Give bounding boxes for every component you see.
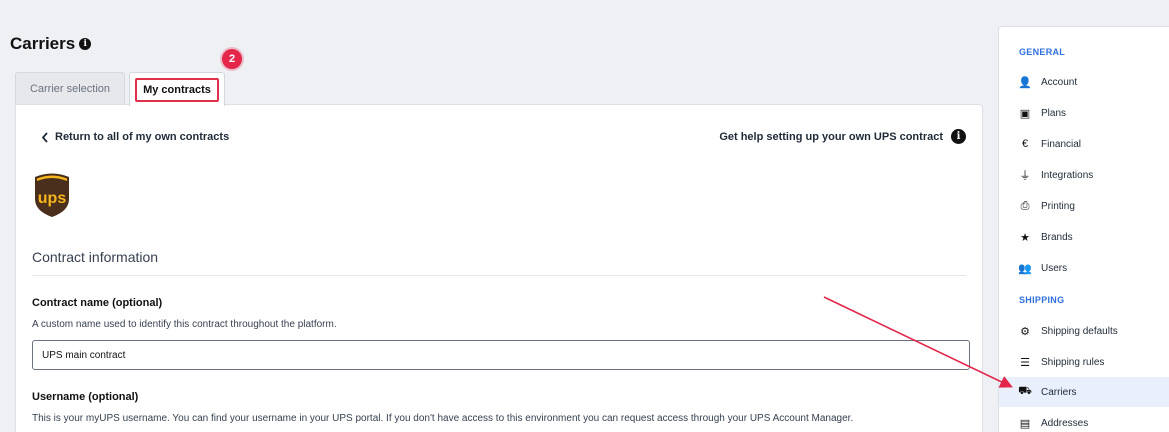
tab-carrier-selection[interactable]: Carrier selection <box>15 72 125 104</box>
sidebar-heading-general: GENERAL <box>1019 47 1066 57</box>
tab-label: My contracts <box>135 77 219 102</box>
sidebar-item-account[interactable]: 👤 Account <box>999 67 1169 97</box>
sidebar-item-label: Financial <box>1041 138 1082 150</box>
page-title: Carriers i <box>10 34 92 54</box>
tab-label: Carrier selection <box>29 82 111 95</box>
section-divider <box>32 275 966 276</box>
contract-name-label: Contract name (optional) <box>32 297 163 309</box>
sidebar-item-users[interactable]: 👥 Users <box>999 253 1169 283</box>
settings-sidebar: GENERAL 👤 Account ▣ Plans € Financial ⏚ … <box>998 26 1169 432</box>
tab-my-contracts[interactable]: My contracts <box>129 72 225 106</box>
back-link[interactable]: Return to all of my own contracts <box>41 131 229 143</box>
sidebar-item-financial[interactable]: € Financial <box>999 129 1169 159</box>
plug-icon: ⏚ <box>1019 170 1031 182</box>
contract-panel: Return to all of my own contracts Get he… <box>15 104 983 432</box>
username-label: Username (optional) <box>32 391 139 403</box>
section-title: Contract information <box>32 249 159 265</box>
printer-icon: ⎙ <box>1020 199 1030 212</box>
euro-icon: € <box>1021 138 1029 150</box>
sidebar-item-shipping-defaults[interactable]: ⚙ Shipping defaults <box>999 316 1169 346</box>
user-icon: 👤 <box>1018 76 1032 89</box>
sidebar-item-label: Account <box>1041 76 1078 88</box>
list-icon: ☰ <box>1020 356 1030 369</box>
sidebar-item-shipping-rules[interactable]: ☰ Shipping rules <box>999 347 1169 377</box>
page-title-text: Carriers <box>10 34 76 53</box>
users-icon: 👥 <box>1018 262 1032 275</box>
help-link[interactable]: Get help setting up your own UPS contrac… <box>719 129 966 144</box>
sidebar-item-addresses[interactable]: ▤ Addresses <box>999 408 1169 432</box>
chevron-left-icon <box>41 131 48 143</box>
sidebar-item-label: Printing <box>1041 200 1075 212</box>
sidebar-item-printing[interactable]: ⎙ Printing <box>999 191 1169 221</box>
sidebar-item-label: Users <box>1041 262 1068 274</box>
sidebar-item-label: Integrations <box>1041 169 1094 181</box>
annotation-marker-2: 2 <box>222 49 242 69</box>
info-icon: i <box>951 129 966 144</box>
address-card-icon: ▤ <box>1019 417 1031 430</box>
contract-name-input[interactable] <box>32 340 970 370</box>
sidebar-item-carriers[interactable]: ⛟ Carriers <box>999 377 1169 407</box>
money-icon: ▣ <box>1019 107 1031 120</box>
sidebar-item-brands[interactable]: ★ Brands <box>999 222 1169 252</box>
help-link-label: Get help setting up your own UPS contrac… <box>719 130 943 143</box>
info-icon[interactable]: i <box>79 38 92 50</box>
sidebar-item-label: Addresses <box>1041 417 1089 429</box>
star-icon: ★ <box>1020 231 1030 244</box>
ups-logo: ups <box>32 171 72 224</box>
sidebar-item-label: Brands <box>1041 231 1073 243</box>
gear-icon: ⚙ <box>1020 325 1030 338</box>
contract-name-help: A custom name used to identify this cont… <box>32 319 337 330</box>
username-help: This is your myUPS username. You can fin… <box>32 413 854 424</box>
sidebar-item-integrations[interactable]: ⏚ Integrations <box>999 160 1169 190</box>
back-link-label: Return to all of my own contracts <box>55 131 230 143</box>
sidebar-heading-shipping: SHIPPING <box>1019 295 1065 305</box>
sidebar-item-label: Carriers <box>1041 386 1077 398</box>
truck-icon: ⛟ <box>1018 385 1032 397</box>
sidebar-item-label: Shipping defaults <box>1041 325 1118 337</box>
sidebar-item-label: Plans <box>1041 107 1067 119</box>
sidebar-item-plans[interactable]: ▣ Plans <box>999 98 1169 128</box>
ups-logo-text: ups <box>38 190 67 207</box>
sidebar-item-label: Shipping rules <box>1041 356 1105 368</box>
